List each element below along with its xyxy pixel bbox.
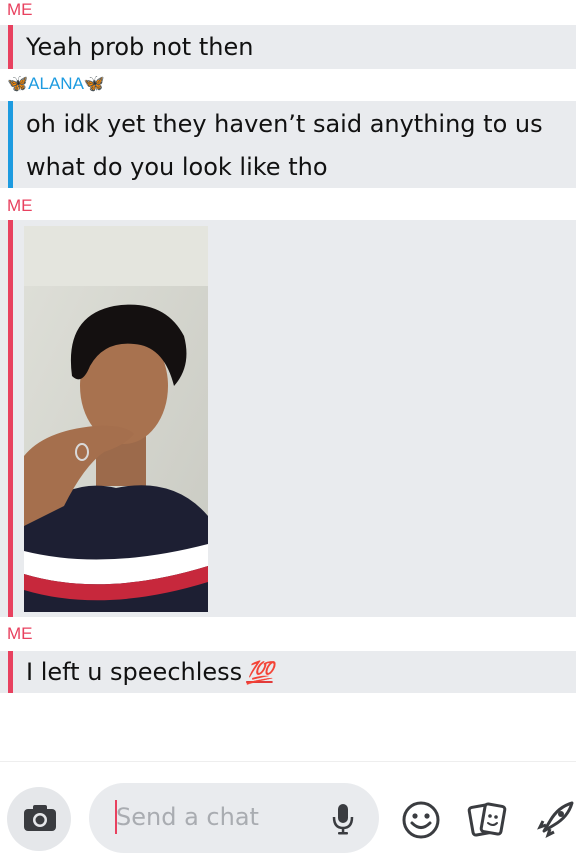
photo-attachment[interactable] bbox=[24, 226, 208, 612]
hundred-points-emoji: 💯 bbox=[246, 661, 273, 686]
camera-button[interactable] bbox=[7, 787, 71, 851]
chat-input[interactable]: Send a chat bbox=[89, 783, 379, 853]
message-bubble[interactable]: Yeah prob not then bbox=[0, 25, 576, 69]
message-text: what do you look like tho bbox=[26, 153, 328, 181]
sender-label: ME bbox=[7, 0, 33, 19]
camera-icon bbox=[24, 805, 56, 831]
message-text: Yeah prob not then bbox=[26, 33, 254, 61]
sender-label: 🦋ALANA🦋 bbox=[7, 74, 106, 93]
sticker-cards-icon[interactable] bbox=[466, 799, 508, 841]
sender-color-bar bbox=[8, 651, 13, 693]
sender-label: ME bbox=[7, 196, 33, 215]
sender-color-bar bbox=[8, 25, 13, 69]
message-text-body: I left u speechless bbox=[26, 658, 243, 686]
selfie-image bbox=[24, 226, 208, 612]
sender-color-bar bbox=[8, 220, 13, 617]
microphone-icon[interactable] bbox=[330, 802, 356, 836]
composer-divider bbox=[0, 761, 576, 762]
message-bubble[interactable]: oh idk yet they haven’t said anything to… bbox=[0, 101, 576, 188]
sender-label: ME bbox=[7, 624, 33, 643]
message-bubble[interactable]: I left u speechless 💯 bbox=[0, 651, 576, 693]
chat-input-placeholder: Send a chat bbox=[116, 803, 259, 831]
rocket-icon[interactable] bbox=[534, 799, 576, 841]
message-text: oh idk yet they haven’t said anything to… bbox=[26, 110, 543, 138]
message-text: I left u speechless 💯 bbox=[26, 657, 274, 689]
sender-color-bar bbox=[8, 101, 13, 188]
smiley-icon[interactable] bbox=[400, 799, 442, 841]
